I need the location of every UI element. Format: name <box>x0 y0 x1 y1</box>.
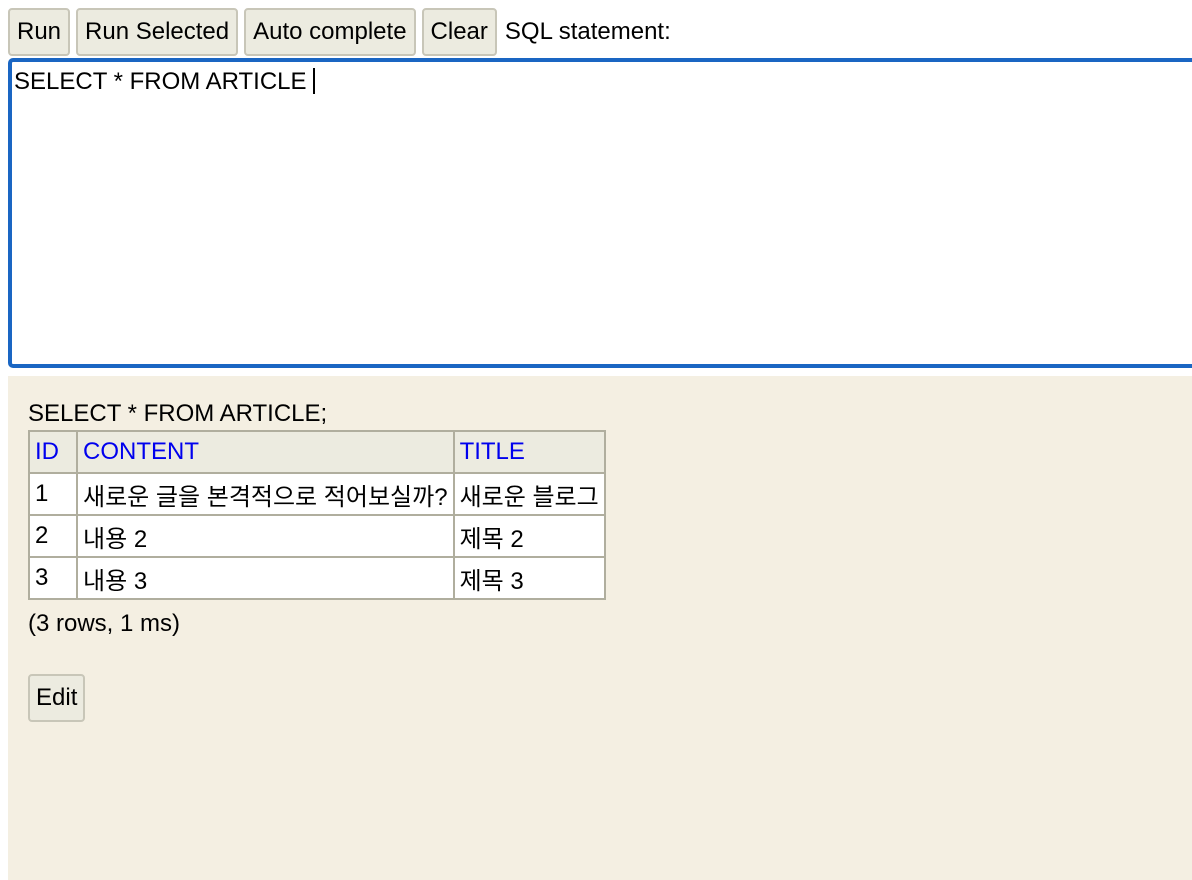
table-row: 2 내용 2 제목 2 <box>28 514 606 558</box>
auto-complete-button[interactable]: Auto complete <box>244 8 416 56</box>
text-caret <box>312 68 315 94</box>
table-row: 3 내용 3 제목 3 <box>28 556 606 600</box>
clear-button[interactable]: Clear <box>421 8 497 56</box>
result-table: ID CONTENT TITLE 1 새로운 글을 본격적으로 적어보실까? 새… <box>28 430 606 600</box>
cell-id: 2 <box>28 514 78 558</box>
column-header-content[interactable]: CONTENT <box>76 430 455 474</box>
result-panel: SELECT * FROM ARTICLE; ID CONTENT TITLE … <box>8 376 1192 880</box>
toolbar: Run Run Selected Auto complete Clear SQL… <box>8 8 671 56</box>
sql-editor-text: SELECT * FROM ARTICLE <box>14 68 307 95</box>
cell-content: 새로운 글을 본격적으로 적어보실까? <box>76 472 455 516</box>
executed-query: SELECT * FROM ARTICLE; <box>28 400 328 427</box>
cell-title: 새로운 블로그 <box>452 472 606 516</box>
table-header-row: ID CONTENT TITLE <box>28 430 606 474</box>
column-header-id[interactable]: ID <box>28 430 78 474</box>
cell-title: 제목 2 <box>452 514 606 558</box>
run-selected-button[interactable]: Run Selected <box>76 8 239 56</box>
sql-editor[interactable]: SELECT * FROM ARTICLE <box>8 58 1192 368</box>
cell-id: 3 <box>28 556 78 600</box>
column-header-title[interactable]: TITLE <box>452 430 606 474</box>
cell-id: 1 <box>28 472 78 516</box>
cell-content: 내용 3 <box>76 556 455 600</box>
cell-content: 내용 2 <box>76 514 455 558</box>
table-row: 1 새로운 글을 본격적으로 적어보실까? 새로운 블로그 <box>28 472 606 516</box>
h2-console-page: Run Run Selected Auto complete Clear SQL… <box>0 0 1192 880</box>
row-count-summary: (3 rows, 1 ms) <box>28 610 181 637</box>
cell-title: 제목 3 <box>452 556 606 600</box>
sql-statement-label: SQL statement: <box>504 18 671 45</box>
edit-button[interactable]: Edit <box>28 674 86 722</box>
run-button[interactable]: Run <box>8 8 71 56</box>
